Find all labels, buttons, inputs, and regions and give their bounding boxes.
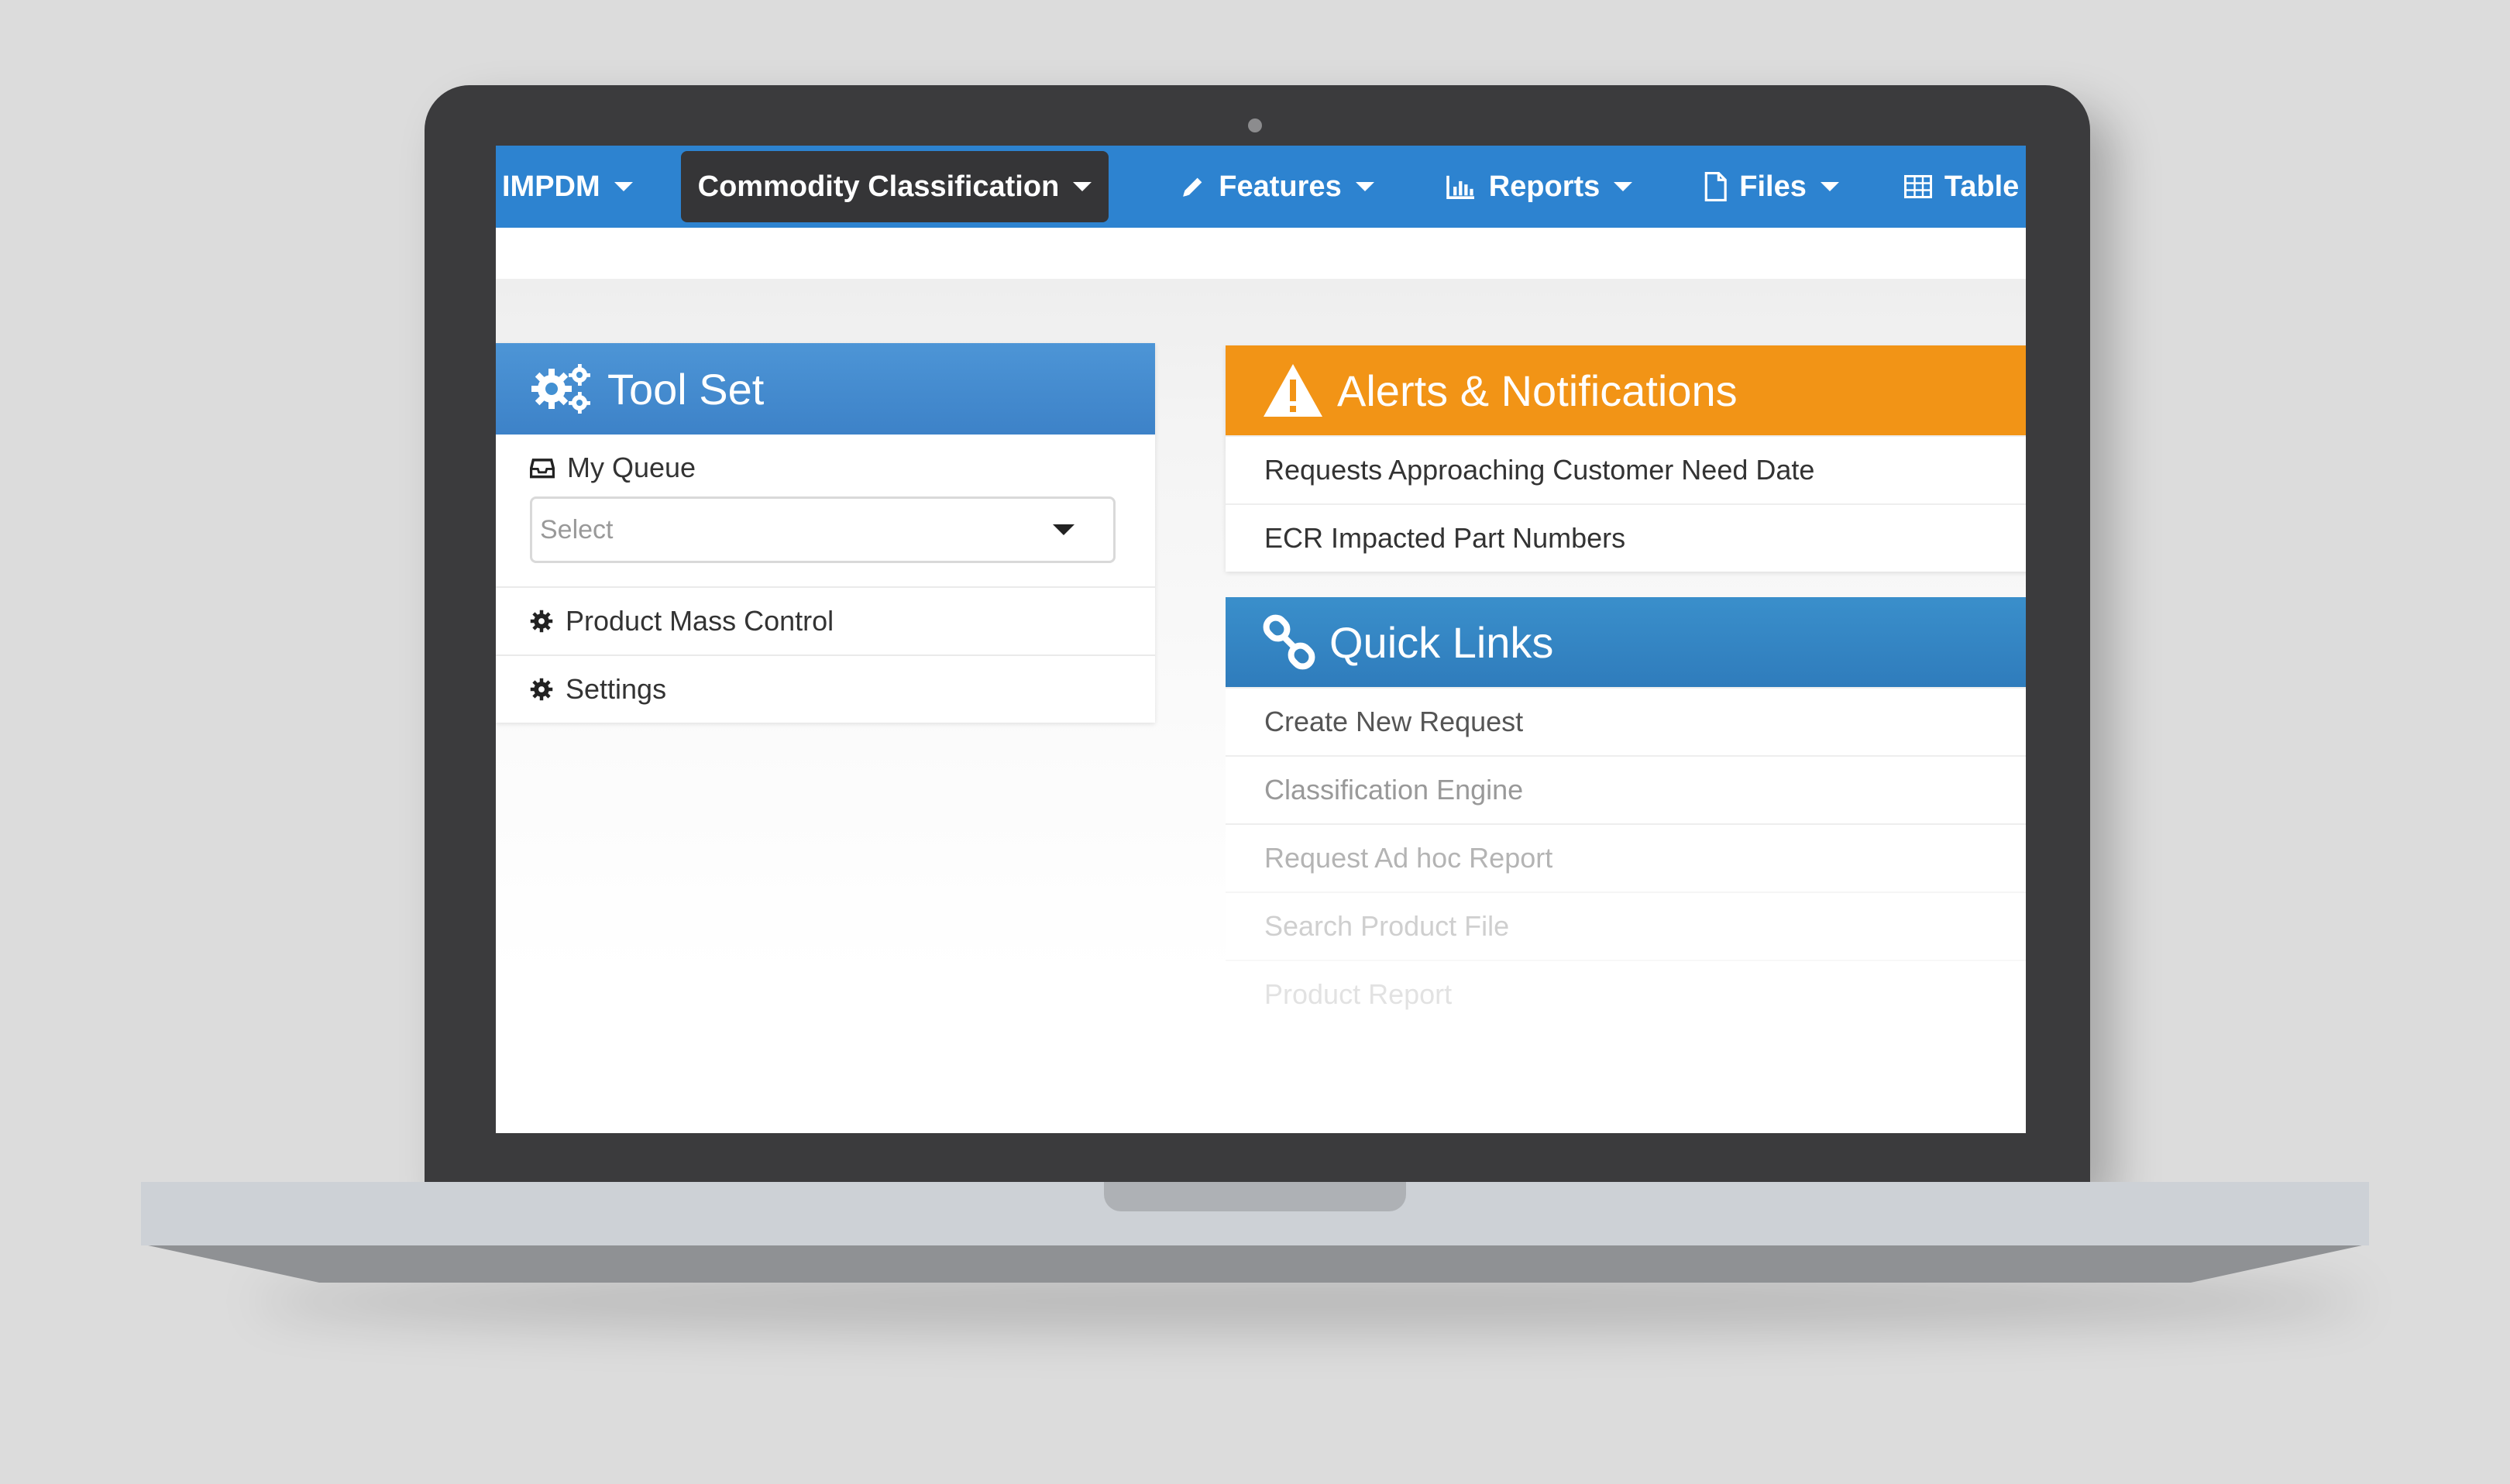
alert-item-ecr-impacted[interactable]: ECR Impacted Part Numbers	[1226, 503, 2026, 572]
gear-icon	[530, 610, 553, 633]
quick-link-product-report[interactable]: Product Report	[1226, 960, 2026, 1028]
alert-item-customer-need-date[interactable]: Requests Approaching Customer Need Date	[1226, 435, 2026, 503]
my-queue-label: My Queue	[530, 452, 1121, 484]
quick-link-label: Product Report	[1264, 978, 1453, 1010]
webcam	[1248, 119, 1262, 132]
chevron-down-icon	[1053, 524, 1074, 535]
pencil-icon	[1180, 173, 1206, 200]
link-icon	[1261, 614, 1317, 670]
nav-commodity-classification[interactable]: Commodity Classification	[680, 151, 1109, 222]
nav-commodity-classification-label: Commodity Classification	[697, 170, 1060, 203]
table-icon	[1903, 175, 1932, 198]
toolset-item-label: Settings	[566, 673, 667, 705]
quick-link-search-product-file[interactable]: Search Product File	[1226, 891, 2026, 960]
nav-files[interactable]: Files	[1687, 151, 1856, 222]
my-queue-text: My Queue	[567, 452, 696, 483]
top-navbar: IMPDM Commodity Classification Features …	[496, 146, 2026, 228]
quick-link-label: Search Product File	[1264, 910, 1510, 942]
toolset-panel: Tool Set My Queue Select Product Mass Co…	[496, 343, 1155, 723]
quick-link-create-new-request[interactable]: Create New Request	[1226, 687, 2026, 755]
alerts-title: Alerts & Notifications	[1337, 366, 1738, 415]
alert-item-label: Requests Approaching Customer Need Date	[1264, 454, 1815, 486]
quick-link-label: Classification Engine	[1264, 774, 1524, 806]
gear-icon	[530, 678, 553, 701]
nav-reports-label: Reports	[1488, 170, 1601, 203]
toolset-item-label: Product Mass Control	[566, 605, 834, 637]
inbox-icon	[530, 457, 555, 479]
chevron-down-icon	[1820, 182, 1839, 191]
my-queue-section: My Queue Select	[496, 435, 1155, 586]
alert-item-label: ECR Impacted Part Numbers	[1264, 522, 1626, 554]
laptop-notch	[1104, 1182, 1406, 1211]
nav-impdm-label: IMPDM	[502, 170, 600, 203]
quick-link-label: Create New Request	[1264, 706, 1524, 737]
toolset-header: Tool Set	[496, 343, 1155, 435]
chevron-down-icon	[1614, 182, 1633, 191]
chevron-down-icon	[1073, 182, 1092, 191]
quick-links-panel: Quick Links Create New Request Classific…	[1226, 597, 2026, 1028]
queue-select-placeholder: Select	[540, 514, 614, 544]
quick-link-label: Request Ad hoc Report	[1264, 842, 1553, 874]
nav-table-label: Table	[1944, 170, 2020, 203]
nav-features-label: Features	[1219, 170, 1342, 203]
gears-icon	[530, 361, 595, 417]
quick-links-title: Quick Links	[1329, 617, 1554, 667]
toolset-title: Tool Set	[607, 364, 765, 414]
quick-links-header: Quick Links	[1226, 597, 2026, 687]
alerts-header: Alerts & Notifications	[1226, 345, 2026, 435]
quick-link-request-adhoc-report[interactable]: Request Ad hoc Report	[1226, 823, 2026, 891]
chevron-down-icon	[1355, 182, 1374, 191]
warning-icon	[1261, 362, 1325, 418]
nav-table[interactable]: Table	[1887, 151, 2026, 222]
nav-reports[interactable]: Reports	[1429, 151, 1650, 222]
nav-impdm[interactable]: IMPDM	[496, 151, 650, 222]
file-icon	[1704, 172, 1728, 201]
nav-files-label: Files	[1739, 170, 1807, 203]
bar-chart-icon	[1446, 173, 1477, 200]
toolset-item-product-mass-control[interactable]: Product Mass Control	[496, 586, 1155, 654]
toolset-item-settings[interactable]: Settings	[496, 654, 1155, 723]
app-screen: IMPDM Commodity Classification Features …	[496, 146, 2026, 1133]
chevron-down-icon	[614, 182, 633, 191]
alerts-panel: Alerts & Notifications Requests Approach…	[1226, 345, 2026, 572]
queue-select[interactable]: Select	[530, 496, 1116, 563]
laptop-base-bottom	[141, 1244, 2369, 1283]
nav-features[interactable]: Features	[1163, 151, 1391, 222]
quick-link-classification-engine[interactable]: Classification Engine	[1226, 755, 2026, 823]
